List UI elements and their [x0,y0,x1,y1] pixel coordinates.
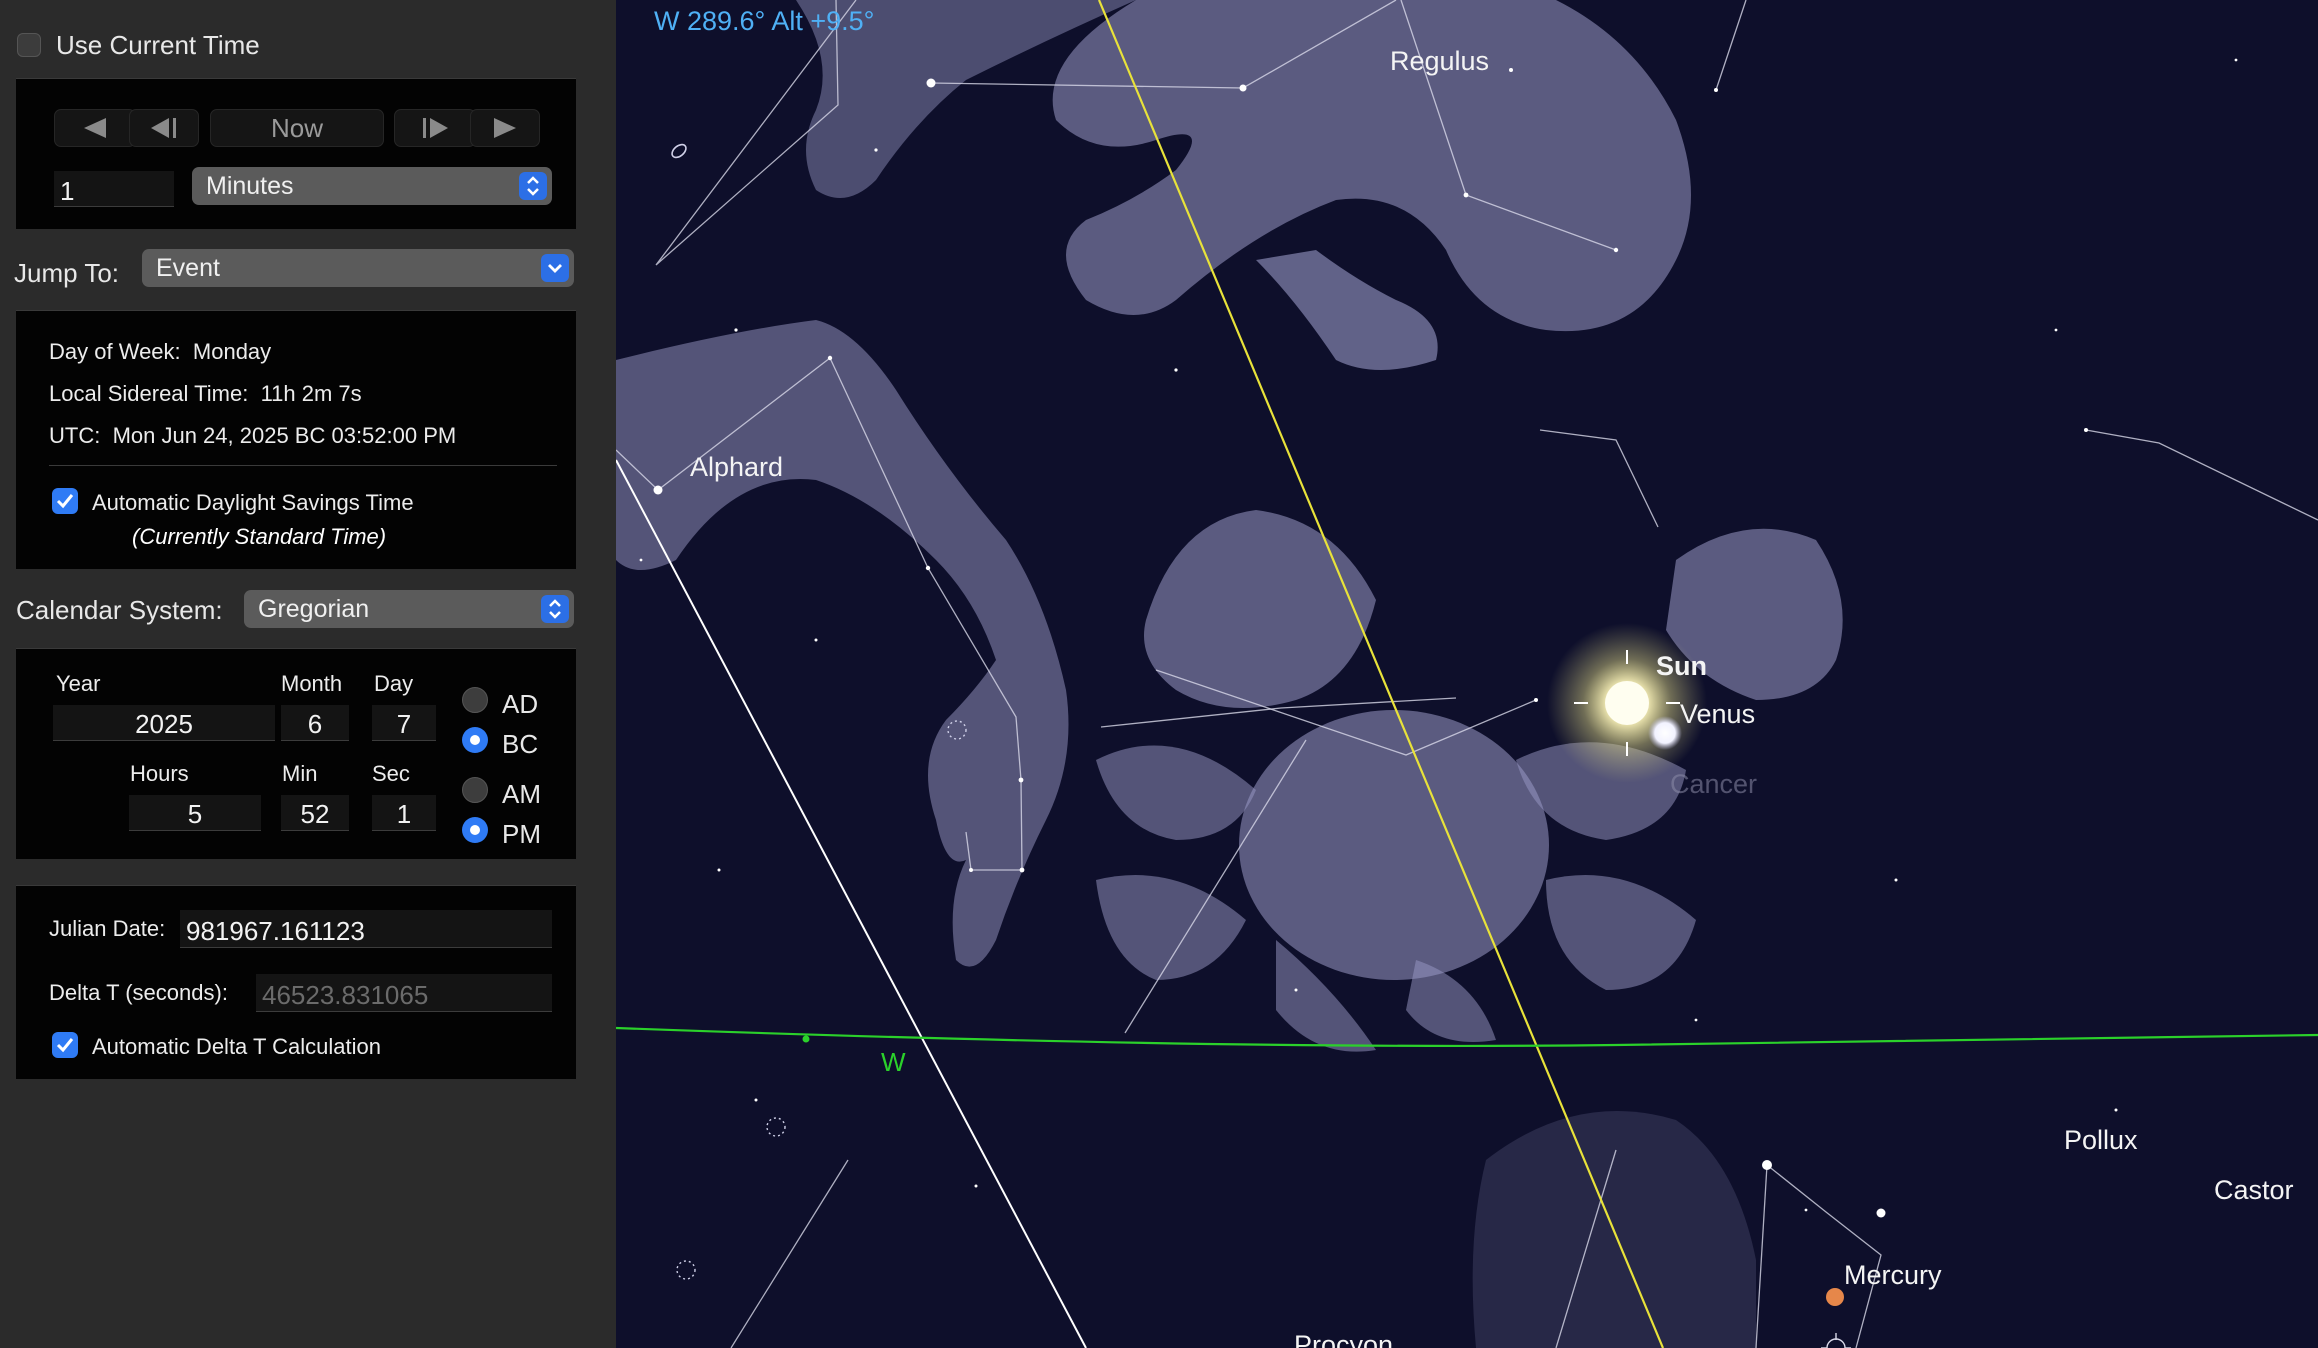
min-input[interactable]: 52 [281,795,349,831]
utc-value: Mon Jun 24, 2025 BC 03:52:00 PM [112,423,457,448]
deep-sky-markers [676,720,967,1280]
play-backward-icon [84,118,106,138]
up-down-arrows-icon [541,595,569,623]
venus-label[interactable]: Venus [1680,699,1755,730]
delta-t-input[interactable]: 46523.831065 [256,974,552,1012]
am-label: AM [502,779,541,809]
hours-input[interactable]: 5 [129,795,261,831]
dst-note: (Currently Standard Time) [132,524,387,549]
date-entry-panel: Year 2025 Month 6 Day 7 AD BC Hours 5 Mi… [16,648,576,859]
checkmark-icon [56,1038,74,1053]
calendar-system-value: Gregorian [258,595,370,623]
dst-label: Automatic Daylight Savings Time [92,490,414,515]
month-input[interactable]: 6 [281,705,349,741]
delta-t-label: Delta T (seconds): [49,980,228,1005]
day-of-week-label: Day of Week: [49,339,181,364]
hours-label: Hours [130,761,189,786]
ad-radio[interactable] [462,687,488,713]
time-info-panel: Day of Week: Monday Local Sidereal Time:… [16,310,576,569]
leo-artwork [796,0,1691,370]
pm-radio[interactable] [462,817,488,843]
utc-row: UTC: Mon Jun 24, 2025 BC 03:52:00 PM [49,423,456,449]
step-forward-fast-button[interactable] [470,109,540,147]
day-label: Day [374,671,414,696]
am-radio[interactable] [462,777,488,803]
auto-delta-t-label: Automatic Delta T Calculation [92,1034,381,1059]
procyon-label[interactable]: Procyon [1294,1330,1393,1348]
utc-label: UTC: [49,423,101,448]
ad-label: AD [502,689,539,719]
year-input[interactable]: 2025 [53,705,275,741]
julian-panel: Julian Date: 981967.161123 Delta T (seco… [16,885,576,1079]
sun-disc [1605,681,1649,725]
step-controls-panel: Now 1 Minutes [16,78,576,229]
use-current-time-checkbox[interactable] [17,33,41,57]
stars [639,58,2238,1218]
galaxy-marker [671,143,687,159]
calendar-system-label: Calendar System: [16,595,223,625]
sidereal-row: Local Sidereal Time: 11h 2m 7s [49,381,362,407]
alphard-label[interactable]: Alphard [690,452,783,483]
min-label: Min [282,761,318,786]
pollux-label[interactable]: Pollux [2064,1125,2138,1156]
step-amount-input[interactable]: 1 [54,171,174,207]
up-down-arrows-icon [519,172,547,200]
info-divider [49,465,557,466]
julian-date-input[interactable]: 981967.161123 [180,910,552,948]
sky-view[interactable]: W 289.6° Alt +9.5° Regulus Alphard Sun V… [616,0,2318,1348]
auto-delta-t-checkbox[interactable] [52,1032,78,1058]
west-point-marker [802,1035,810,1043]
chevron-down-icon [541,254,569,282]
sidereal-label: Local Sidereal Time: [49,381,249,406]
time-sidebar: Use Current Time Now 1 Minutes Jump To: … [0,0,616,1348]
sky-chart [616,0,2318,1348]
use-current-time-label: Use Current Time [56,30,260,60]
sec-input[interactable]: 1 [372,795,436,831]
sec-label: Sec [372,761,410,786]
day-of-week-value: Monday [192,339,272,364]
jump-to-label: Jump To: [14,258,120,288]
step-back-fast-button[interactable] [54,109,136,147]
west-cardinal-label: W [881,1047,906,1077]
now-button[interactable]: Now [210,109,384,147]
jump-to-value: Event [156,254,220,282]
step-back-button[interactable] [129,109,199,147]
step-forward-icon [423,118,448,138]
year-label: Year [56,671,101,696]
day-input[interactable]: 7 [372,705,436,741]
month-label: Month [281,671,343,696]
mercury-target [1821,1333,1851,1348]
calendar-system-select[interactable]: Gregorian [244,590,574,628]
bc-label: BC [502,729,539,759]
sidereal-value: 11h 2m 7s [260,381,362,406]
jump-to-select[interactable]: Event [142,249,574,287]
step-unit-select[interactable]: Minutes [192,167,552,205]
azimuth-altitude-readout: W 289.6° Alt +9.5° [654,6,875,36]
play-forward-icon [494,118,516,138]
step-unit-value: Minutes [206,172,294,200]
checkmark-icon [56,494,74,509]
julian-date-label: Julian Date: [49,916,166,941]
mercury-disc [1826,1288,1844,1306]
day-of-week-row: Day of Week: Monday [49,339,271,365]
castor-label[interactable]: Castor [2214,1175,2294,1206]
dst-checkbox[interactable] [52,488,78,514]
now-button-label: Now [270,113,323,143]
bc-radio[interactable] [462,727,488,753]
venus-disc [1648,716,1682,750]
step-backward-icon [151,118,176,138]
pm-label: PM [502,819,541,849]
mercury-label[interactable]: Mercury [1844,1260,1942,1291]
regulus-label[interactable]: Regulus [1390,46,1489,77]
step-forward-button[interactable] [394,109,476,147]
cancer-label[interactable]: Cancer [1670,769,1757,800]
sun-label[interactable]: Sun [1656,651,1707,682]
